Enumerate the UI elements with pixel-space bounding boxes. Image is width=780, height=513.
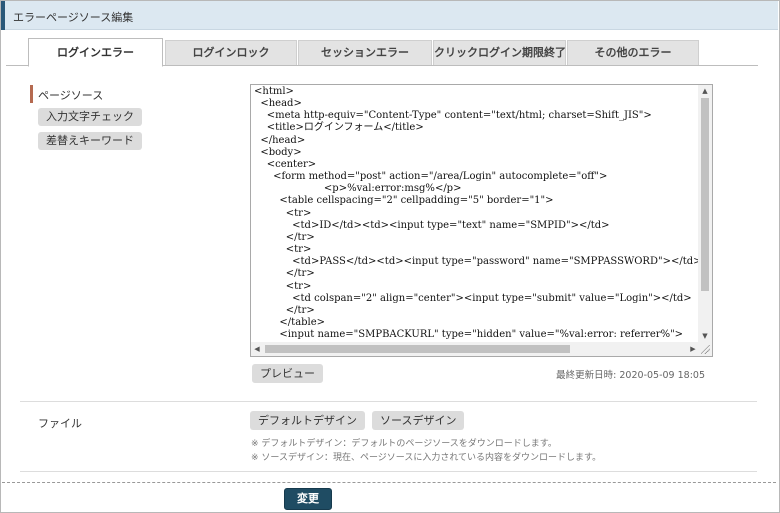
code-line: </tr> bbox=[254, 231, 315, 243]
sidebar-item-page-source[interactable]: ページソース bbox=[30, 85, 150, 103]
code-line: </head> bbox=[254, 134, 306, 146]
page-title: エラーページソース編集 bbox=[13, 11, 134, 24]
section-divider bbox=[20, 401, 757, 402]
change-submit-button[interactable]: 変更 bbox=[284, 488, 332, 510]
code-line: <tr> bbox=[254, 207, 312, 219]
title-accent bbox=[1, 1, 5, 30]
source-code-text[interactable]: <html> <head> <meta http-equiv="Content-… bbox=[254, 86, 698, 340]
default-design-note: ※ デフォルトデザイン：デフォルトのページソースをダウンロードします。 bbox=[251, 439, 557, 449]
scroll-down-icon[interactable]: ▼ bbox=[698, 330, 712, 342]
code-line: <td>ID</td><td><input type="text" name="… bbox=[254, 219, 610, 231]
section-divider bbox=[20, 471, 757, 472]
replace-keyword-button[interactable]: 差替えキーワード bbox=[38, 132, 142, 150]
code-line: <body> bbox=[254, 146, 302, 158]
active-marker bbox=[30, 85, 33, 103]
input-char-check-button[interactable]: 入力文字チェック bbox=[38, 108, 142, 126]
code-line: <table cellspacing="2" cellpadding="5" b… bbox=[254, 195, 554, 207]
code-line: <center> bbox=[254, 158, 317, 170]
code-line: <p>%val:error:msg%</p> bbox=[254, 183, 462, 195]
file-section-label: ファイル bbox=[38, 417, 82, 430]
code-line: <tr> bbox=[254, 280, 312, 292]
footer-separator bbox=[2, 482, 776, 483]
tab-session-error[interactable]: セッションエラー bbox=[298, 40, 432, 66]
tab-click-login-expired[interactable]: クリックログイン期限終了 bbox=[433, 40, 566, 66]
tab-login-error[interactable]: ログインエラー bbox=[28, 38, 163, 67]
resize-handle[interactable] bbox=[698, 342, 712, 356]
tab-login-lock[interactable]: ログインロック bbox=[165, 40, 297, 66]
vertical-scroll-thumb[interactable] bbox=[701, 98, 709, 291]
code-line: <td>PASS</td><td><input type="password" … bbox=[254, 256, 698, 268]
code-line: <html> bbox=[254, 86, 294, 97]
code-line: <meta http-equiv="Content-Type" content=… bbox=[254, 110, 652, 122]
code-line: <input name="SMPBACKURL" type="hidden" v… bbox=[254, 329, 684, 340]
code-line: </tr> bbox=[254, 268, 315, 280]
sidebar-item-label: ページソース bbox=[38, 89, 104, 102]
code-line: <tr> bbox=[254, 244, 312, 256]
preview-button[interactable]: プレビュー bbox=[252, 364, 323, 383]
source-editor[interactable]: <html> <head> <meta http-equiv="Content-… bbox=[250, 84, 713, 357]
vertical-scrollbar[interactable]: ▲ ▼ bbox=[698, 85, 712, 342]
code-line: <form method="post" action="/area/Login"… bbox=[254, 171, 608, 183]
horizontal-scrollbar[interactable]: ◀ ▶ bbox=[251, 342, 699, 356]
code-line: <td colspan="2" align="center"><input ty… bbox=[254, 292, 692, 304]
source-design-note: ※ ソースデザイン：現在、ページソースに入力されている内容をダウンロードします。 bbox=[251, 453, 602, 463]
scroll-up-icon[interactable]: ▲ bbox=[698, 85, 712, 97]
title-bar: エラーページソース編集 bbox=[1, 1, 778, 30]
source-design-button[interactable]: ソースデザイン bbox=[372, 411, 465, 430]
code-line: <head> bbox=[254, 98, 302, 110]
code-line: </table> bbox=[254, 316, 326, 328]
code-line: </tr> bbox=[254, 304, 315, 316]
horizontal-scroll-thumb[interactable] bbox=[265, 345, 570, 353]
scroll-left-icon[interactable]: ◀ bbox=[251, 342, 263, 356]
tab-other-errors[interactable]: その他のエラー bbox=[567, 40, 699, 66]
code-line: <title>ログインフォーム</title> bbox=[254, 122, 424, 134]
default-design-button[interactable]: デフォルトデザイン bbox=[250, 411, 365, 430]
resize-grip-icon bbox=[701, 345, 710, 354]
last-updated-text: 最終更新日時: 2020-05-09 18:05 bbox=[556, 370, 705, 381]
